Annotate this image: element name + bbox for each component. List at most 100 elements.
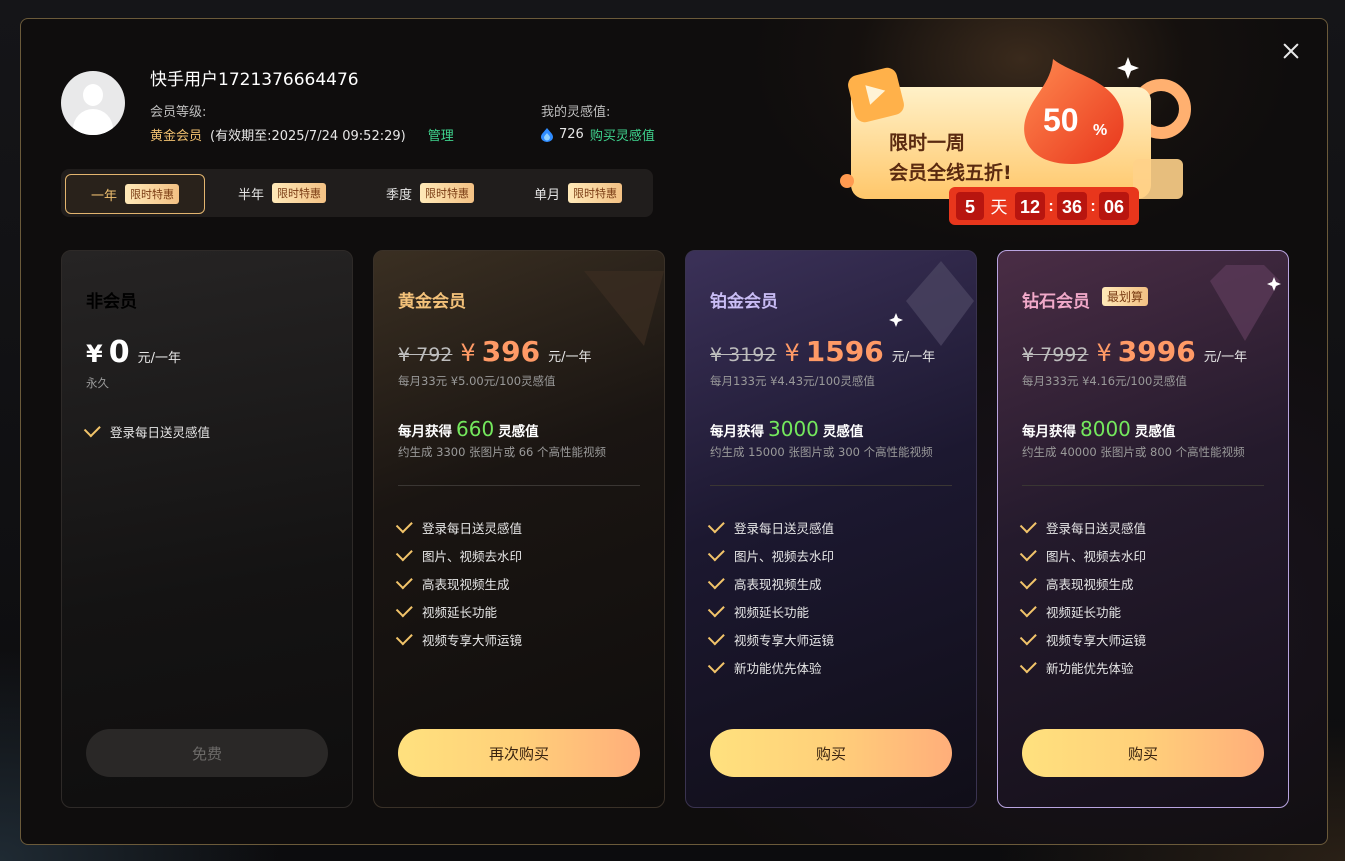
original-price: ¥ 3192: [710, 344, 777, 366]
check-icon: [707, 656, 725, 674]
feature-item: 视频延长功能: [707, 597, 834, 625]
monthly-breakdown: 每月133元 ¥4.43元/100灵感值: [710, 374, 875, 388]
feature-list: 登录每日送灵感值 图片、视频去水印 高表现视频生成 视频延长功能 视频专享大师运…: [707, 513, 834, 681]
check-icon: [395, 544, 413, 562]
membership-dialog: 快手用户1721376664476 会员等级: 黄金会员 (有效期至:2025/…: [20, 18, 1328, 845]
manage-link[interactable]: 管理: [428, 125, 454, 144]
promo-line1: 限时一周: [889, 132, 965, 154]
svg-text::: :: [1048, 198, 1053, 215]
plan-card-platinum: 铂金会员 ¥ 3192 ¥1596 元/一年 每月133元 ¥4.43元/100…: [685, 250, 977, 808]
promo-banner: 50 % 限时一周 会员全线五折! 5 天 12 : 36 : 06: [840, 57, 1191, 225]
plan-price: ¥0: [86, 335, 130, 370]
flame-drop-icon: [541, 127, 553, 142]
plan-card-diamond: 钻石会员 最划算 ¥ 7992 ¥3996 元/一年 每月333元 ¥4.16元…: [997, 250, 1289, 808]
feature-item: 视频专享大师运镜: [1019, 625, 1146, 653]
tab-label: 一年: [90, 188, 117, 204]
promo-percent: %: [1093, 122, 1107, 139]
monthly-earn: 每月获得 660 灵感值: [398, 417, 539, 441]
orb-decoration-icon: [840, 174, 854, 188]
check-icon: [395, 516, 413, 534]
avatar-head-icon: [83, 84, 103, 106]
monthly-earn: 每月获得 3000 灵感值: [710, 417, 864, 441]
free-button[interactable]: 免费: [86, 729, 328, 777]
countdown-hours: 12: [1020, 197, 1040, 217]
plan-unit: 元/一年: [137, 351, 181, 366]
divider: [1022, 485, 1264, 486]
generation-estimate: 约生成 40000 张图片或 800 个高性能视频: [1022, 445, 1245, 459]
check-icon: [83, 420, 101, 438]
best-value-badge: 最划算: [1102, 287, 1149, 306]
rebuy-button[interactable]: 再次购买: [398, 729, 640, 777]
plan-price-row: ¥ 7992 ¥3996 元/一年: [1022, 335, 1247, 368]
tab-badge: 限时特惠: [272, 183, 326, 203]
avatar-body-icon: [73, 109, 113, 135]
plan-unit: 元/一年: [548, 350, 592, 365]
feature-list: 登录每日送灵感值: [83, 417, 210, 445]
feature-item: 新功能优先体验: [1019, 653, 1146, 681]
feature-item: 高表现视频生成: [707, 569, 834, 597]
generation-estimate: 约生成 15000 张图片或 300 个高性能视频: [710, 445, 933, 459]
tab-half-year[interactable]: 半年 限时特惠: [213, 174, 351, 212]
promo-discount: 50: [1043, 102, 1079, 138]
plan-price-row: ¥ 3192 ¥1596 元/一年: [710, 335, 935, 368]
tab-single-month[interactable]: 单月 限时特惠: [509, 174, 647, 212]
check-icon: [395, 600, 413, 618]
check-icon: [1019, 572, 1037, 590]
feature-item: 图片、视频去水印: [395, 541, 522, 569]
feature-item: 视频专享大师运镜: [707, 625, 834, 653]
original-price: ¥ 7992: [1022, 344, 1089, 366]
divider: [710, 485, 952, 486]
feature-item: 登录每日送灵感值: [1019, 513, 1146, 541]
check-icon: [1019, 656, 1037, 674]
plan-unit: 元/一年: [1203, 350, 1248, 365]
tab-label: 单月: [533, 187, 560, 203]
plan-price: ¥3996: [1096, 335, 1196, 368]
member-level-value: 黄金会员: [150, 129, 203, 144]
sparkle-icon: [1117, 57, 1139, 79]
period-tabs: 一年 限时特惠 半年 限时特惠 季度 限时特惠 单月 限时特惠: [61, 169, 653, 217]
buy-inspiration-link[interactable]: 购买灵感值: [590, 125, 655, 144]
promo-line2: 会员全线五折!: [889, 161, 1012, 184]
tab-quarter[interactable]: 季度 限时特惠: [361, 174, 499, 212]
check-icon: [1019, 516, 1037, 534]
check-icon: [1019, 628, 1037, 646]
countdown-seconds: 06: [1104, 197, 1124, 217]
countdown-minutes: 36: [1062, 197, 1082, 217]
check-icon: [1019, 600, 1037, 618]
monthly-breakdown: 每月333元 ¥4.16元/100灵感值: [1022, 374, 1187, 388]
plan-title: 钻石会员: [1022, 292, 1090, 312]
close-icon[interactable]: [1279, 39, 1303, 63]
feature-item: 高表现视频生成: [395, 569, 522, 597]
feature-item: 图片、视频去水印: [707, 541, 834, 569]
tab-one-year[interactable]: 一年 限时特惠: [65, 174, 205, 214]
feature-list: 登录每日送灵感值 图片、视频去水印 高表现视频生成 视频延长功能 视频专享大师运…: [1019, 513, 1146, 681]
countdown-days-unit: 天: [991, 198, 1008, 218]
tab-badge: 限时特惠: [420, 183, 474, 203]
plan-price-row: ¥ 792 ¥396 元/一年: [398, 335, 592, 368]
countdown-days: 5: [965, 197, 975, 217]
feature-item: 登录每日送灵感值: [395, 513, 522, 541]
tab-label: 季度: [385, 187, 412, 203]
divider: [398, 485, 640, 486]
feature-item: 视频专享大师运镜: [395, 625, 522, 653]
feature-list: 登录每日送灵感值 图片、视频去水印 高表现视频生成 视频延长功能 视频专享大师运…: [395, 513, 522, 653]
member-level-row: 黄金会员 (有效期至:2025/7/24 09:52:29) 管理: [150, 125, 454, 144]
buy-button[interactable]: 购买: [1022, 729, 1264, 777]
generation-estimate: 约生成 3300 张图片或 66 个高性能视频: [398, 445, 607, 459]
expiry-date: (有效期至:2025/7/24 09:52:29): [210, 129, 406, 144]
buy-button[interactable]: 购买: [710, 729, 952, 777]
countdown: 5 天 12 : 36 : 06: [949, 187, 1139, 225]
inspiration-value: 726: [559, 127, 584, 142]
feature-item: 新功能优先体验: [707, 653, 834, 681]
monthly-earn: 每月获得 8000 灵感值: [1022, 417, 1176, 441]
member-level-label: 会员等级:: [150, 105, 207, 120]
plan-price: ¥1596: [784, 335, 884, 368]
feature-item: 登录每日送灵感值: [707, 513, 834, 541]
feature-item: 视频延长功能: [1019, 597, 1146, 625]
plan-card-gold: 黄金会员 ¥ 792 ¥396 元/一年 每月33元 ¥5.00元/100灵感值…: [373, 250, 665, 808]
svg-text::: :: [1090, 198, 1095, 215]
avatar: [61, 71, 125, 135]
feature-item: 视频延长功能: [395, 597, 522, 625]
plan-price-row: ¥0 元/一年: [86, 335, 181, 370]
check-icon: [707, 572, 725, 590]
